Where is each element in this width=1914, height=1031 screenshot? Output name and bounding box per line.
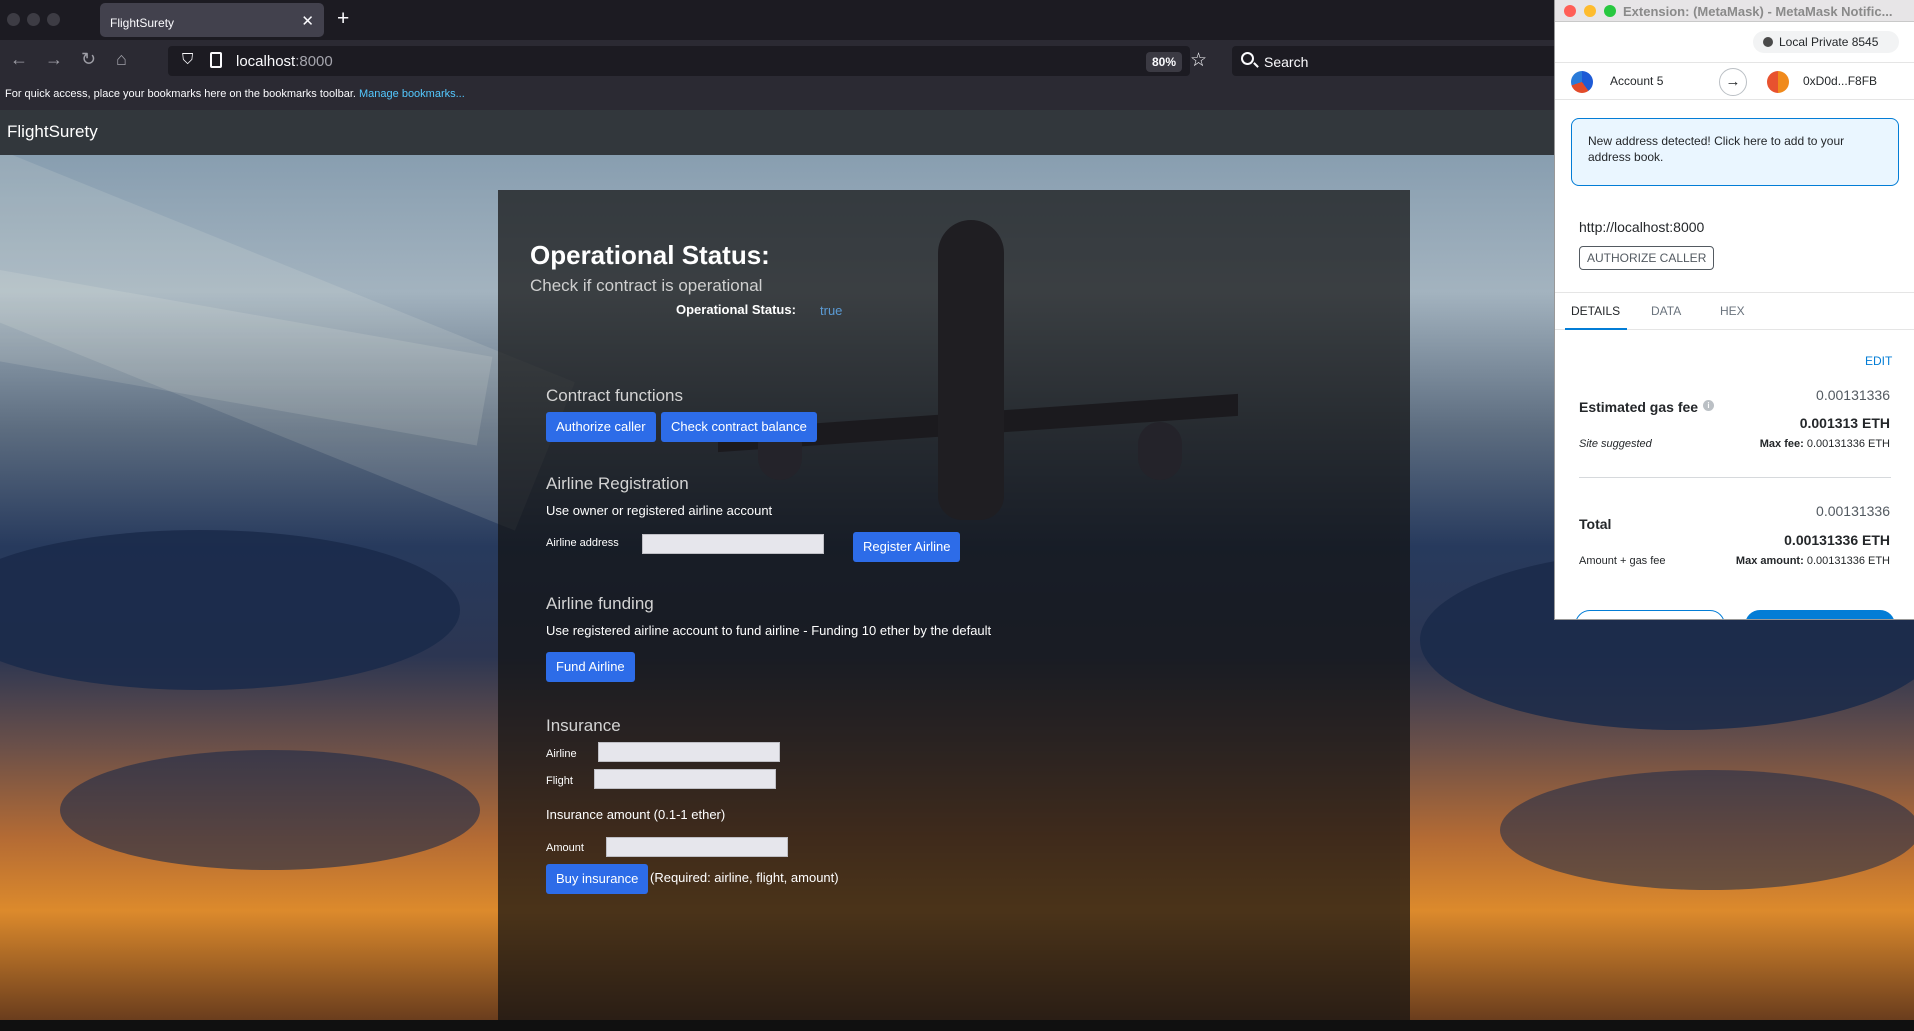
airline-address-input[interactable] — [642, 534, 824, 554]
mm-zoom-control[interactable] — [1604, 5, 1616, 17]
total-value-top: 0.00131336 — [1816, 503, 1890, 519]
funding-desc: Use registered airline account to fund a… — [546, 623, 992, 638]
authorize-caller-button[interactable]: Authorize caller — [546, 412, 656, 442]
mm-close-control[interactable] — [1564, 5, 1576, 17]
total-value-eth: 0.00131336 ETH — [1784, 532, 1890, 548]
max-fee: Max fee: 0.00131336 ETH — [1759, 438, 1890, 450]
airplane-fuselage — [938, 220, 1004, 520]
cloud-shape — [0, 530, 460, 690]
airline-address-label: Airline address — [546, 537, 619, 549]
details-tabs: DETAILS DATA HEX — [1555, 292, 1914, 330]
metamask-popup: Extension: (MetaMask) - MetaMask Notific… — [1554, 0, 1914, 620]
buy-insurance-button[interactable]: Buy insurance — [546, 864, 649, 894]
section-divider — [1579, 477, 1891, 478]
browser-tab[interactable]: FlightSurety ✕ — [100, 3, 324, 37]
from-avatar — [1571, 71, 1593, 93]
total-label: Total — [1579, 516, 1612, 532]
amount-plus-gas: Amount + gas fee — [1579, 555, 1666, 567]
info-icon[interactable]: i — [1703, 400, 1714, 411]
reject-button[interactable] — [1575, 610, 1725, 619]
account-transfer-bar: Account 5 → 0xD0d...F8FB — [1555, 62, 1914, 100]
window-zoom-control[interactable] — [47, 13, 60, 26]
airline-registration-title: Airline Registration — [546, 474, 689, 493]
active-tab-indicator — [1565, 328, 1627, 330]
insurance-airline-input[interactable] — [598, 742, 780, 762]
insurance-flight-input[interactable] — [594, 769, 776, 789]
airline-funding-title: Airline funding — [546, 594, 654, 613]
forward-icon[interactable]: → — [45, 49, 63, 70]
url-text[interactable]: localhost:8000 — [236, 53, 333, 70]
tab-title: FlightSurety — [110, 16, 175, 30]
new-address-alert[interactable]: New address detected! Click here to add … — [1571, 118, 1899, 186]
bookmark-star-icon[interactable]: ☆ — [1190, 49, 1207, 72]
max-amount: Max amount: 0.00131336 ETH — [1735, 555, 1890, 567]
tab-details[interactable]: DETAILS — [1571, 304, 1620, 318]
contract-functions-title: Contract functions — [546, 386, 684, 405]
insurance-title: Insurance — [546, 716, 621, 735]
request-origin: http://localhost:8000 — [1579, 219, 1705, 235]
tab-data[interactable]: DATA — [1651, 304, 1681, 318]
to-avatar — [1767, 71, 1789, 93]
from-account[interactable]: Account 5 — [1610, 74, 1663, 88]
check-balance-button[interactable]: Check contract balance — [661, 412, 817, 442]
network-pill[interactable]: Local Private 8545 — [1753, 31, 1899, 53]
insurance-airline-label: Airline — [546, 748, 577, 760]
network-label: Local Private 8545 — [1779, 35, 1879, 49]
window-minimize-control[interactable] — [27, 13, 40, 26]
zoom-indicator[interactable]: 80% — [1146, 52, 1183, 72]
status-value: true — [820, 303, 843, 318]
method-badge: AUTHORIZE CALLER — [1579, 246, 1715, 270]
main-panel: Operational Status: Check if contract is… — [498, 190, 1410, 1020]
to-account[interactable]: 0xD0d...F8FB — [1803, 74, 1877, 88]
mm-minimize-control[interactable] — [1584, 5, 1596, 17]
metamask-titlebar: Extension: (MetaMask) - MetaMask Notific… — [1555, 0, 1914, 22]
register-airline-button[interactable]: Register Airline — [853, 532, 961, 562]
tab-hex[interactable]: HEX — [1720, 304, 1745, 318]
new-tab-icon[interactable]: + — [337, 7, 349, 31]
network-status-icon — [1763, 37, 1773, 47]
confirm-button[interactable] — [1745, 610, 1895, 619]
url-bar[interactable]: ⛉ localhost:8000 80% ☆ — [168, 46, 1207, 76]
cloud-shape — [1500, 770, 1914, 890]
back-icon[interactable]: ← — [10, 49, 28, 70]
home-icon[interactable]: ⌂ — [116, 49, 127, 70]
bottom-strip — [0, 1020, 1914, 1031]
insurance-amount-label: Amount — [546, 842, 584, 854]
page-icon[interactable] — [210, 52, 222, 68]
app-brand[interactable]: FlightSurety — [7, 122, 98, 142]
gas-value-top: 0.00131336 — [1816, 387, 1890, 403]
status-label: Operational Status: — [676, 302, 796, 317]
gas-fee-label: Estimated gas fee — [1579, 399, 1699, 415]
insurance-flight-label: Flight — [546, 775, 573, 787]
required-note: (Required: airline, flight, amount) — [650, 870, 839, 885]
edit-gas-link[interactable]: EDIT — [1865, 354, 1892, 368]
search-placeholder: Search — [1264, 54, 1309, 70]
airplane-engine — [1138, 422, 1182, 480]
insurance-amount-heading: Insurance amount (0.1-1 ether) — [546, 807, 726, 822]
fund-airline-button[interactable]: Fund Airline — [546, 652, 635, 682]
operational-subtitle: Check if contract is operational — [530, 276, 763, 295]
bookmarks-hint: For quick access, place your bookmarks h… — [5, 88, 356, 100]
site-suggested: Site suggested — [1579, 438, 1652, 450]
registration-desc: Use owner or registered airline account — [546, 503, 773, 518]
metamask-window-title: Extension: (MetaMask) - MetaMask Notific… — [1623, 4, 1893, 19]
insurance-amount-input[interactable] — [606, 837, 788, 857]
search-input[interactable]: Search — [1232, 46, 1582, 76]
operational-title: Operational Status: — [530, 240, 770, 270]
cloud-shape — [60, 750, 480, 870]
window-close-control[interactable] — [7, 13, 20, 26]
search-icon — [1241, 52, 1254, 65]
arrow-right-icon: → — [1719, 68, 1747, 96]
shield-icon[interactable]: ⛉ — [182, 51, 193, 68]
reload-icon[interactable]: ↻ — [81, 49, 96, 70]
tab-close-icon[interactable]: ✕ — [301, 12, 314, 30]
gas-value-eth: 0.001313 ETH — [1799, 415, 1890, 431]
manage-bookmarks-link[interactable]: Manage bookmarks... — [359, 88, 465, 100]
